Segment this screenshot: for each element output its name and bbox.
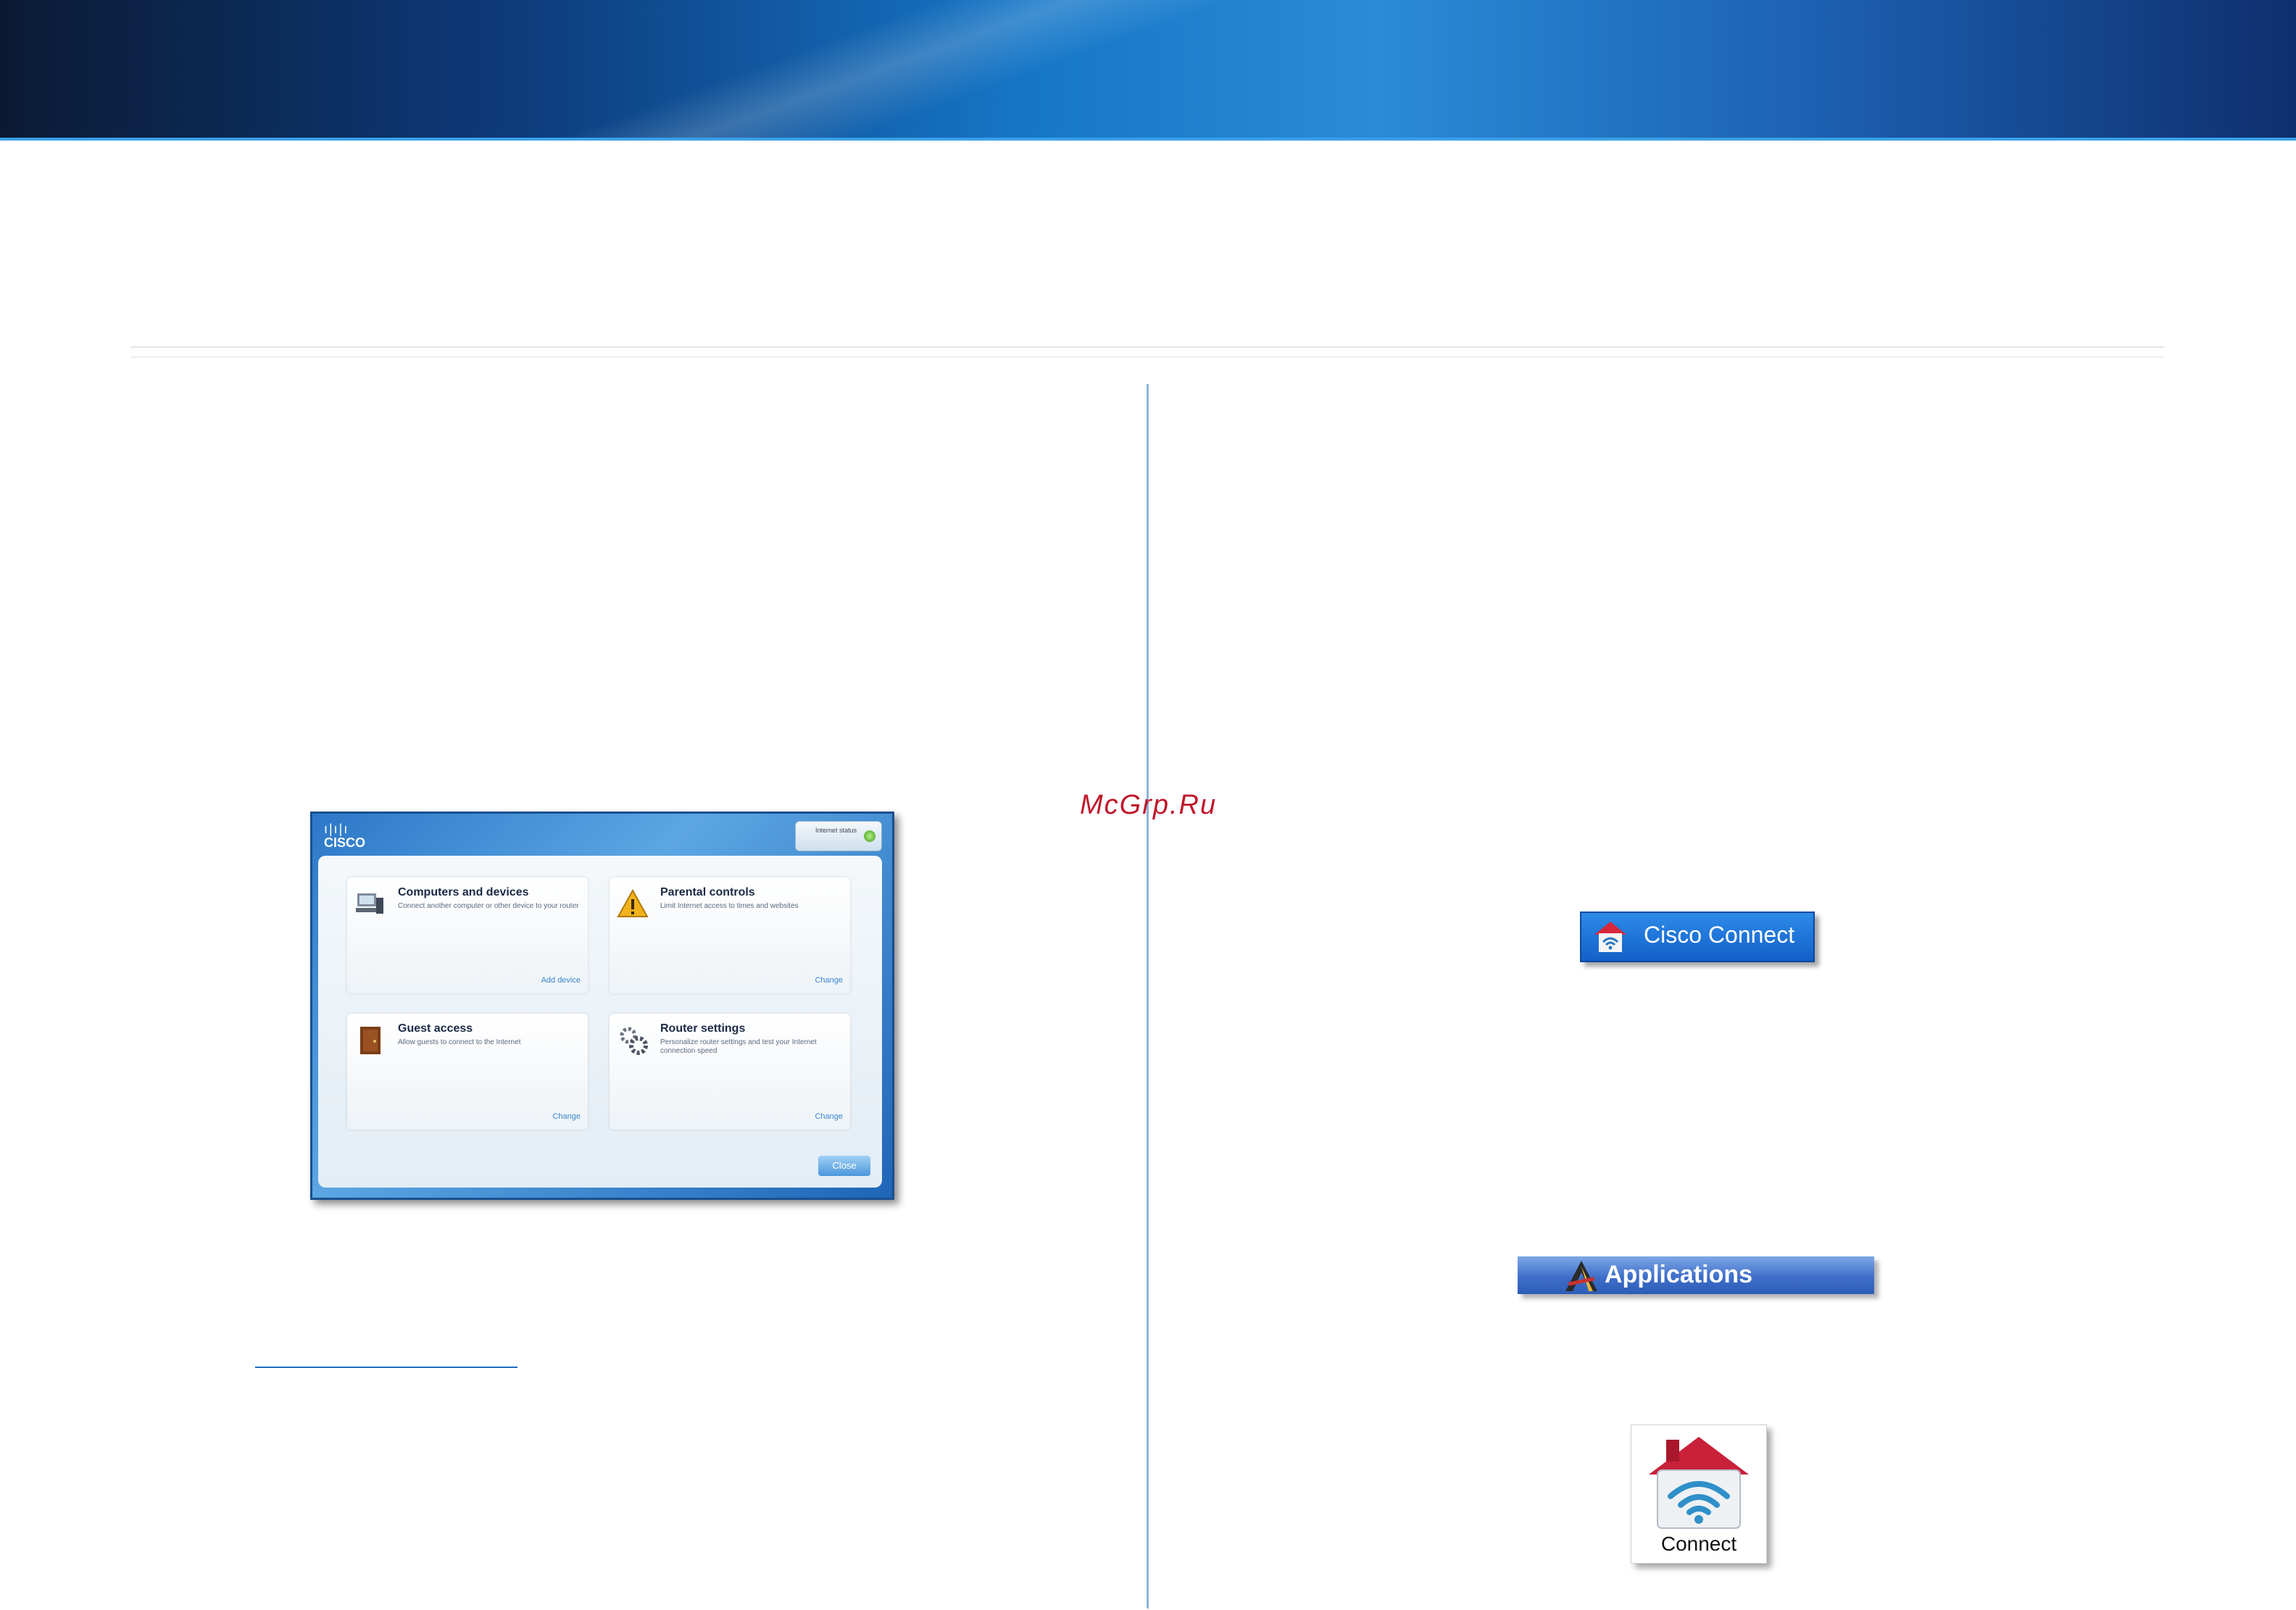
tile-description: Connect another computer or other device…	[398, 902, 579, 910]
watermark: McGrp.Ru	[1080, 790, 1218, 820]
applications-label: Applications	[1605, 1261, 1753, 1288]
header-banner	[0, 0, 2296, 141]
tile-title: Computers and devices	[398, 886, 529, 898]
connect-house-wifi-icon	[1649, 1437, 1749, 1529]
status-ok-icon	[864, 830, 875, 842]
change-link[interactable]: Change	[815, 1112, 843, 1121]
tile-parental-controls: Parental controls Limit Internet access …	[610, 877, 850, 993]
status-text: Internet status	[815, 827, 857, 834]
applications-folder-bar[interactable]: Applications	[1518, 1256, 1874, 1294]
cisco-connect-dashboard: ı|ı|ı CISCO Internet status Computers an…	[310, 812, 894, 1200]
tile-description: Limit Internet access to times and websi…	[660, 902, 799, 910]
tile-title: Guest access	[398, 1022, 473, 1035]
cisco-connect-button[interactable]: Cisco Connect	[1580, 912, 1815, 962]
tile-description: Personalize router settings and test you…	[660, 1038, 817, 1055]
section-divider	[130, 346, 2164, 348]
dashboard-body: Computers and devices Connect another co…	[318, 856, 882, 1188]
close-button[interactable]: Close	[818, 1156, 870, 1176]
guest-door-icon	[360, 1027, 380, 1054]
tile-title: Parental controls	[660, 886, 755, 898]
section-divider-secondary	[130, 356, 2164, 358]
applications-icon	[1565, 1261, 1597, 1291]
cisco-connect-label: Cisco Connect	[1644, 922, 1795, 948]
tile-router-settings: Router settings Personalize router setti…	[610, 1014, 850, 1130]
tile-description: Allow guests to connect to the Internet	[398, 1038, 521, 1046]
cisco-logo-bars-icon: ı|ı|ı	[324, 822, 349, 836]
house-wifi-icon	[1594, 922, 1626, 952]
tile-guest-access: Guest access Allow guests to connect to …	[347, 1014, 588, 1130]
column-divider	[1147, 384, 1149, 1609]
add-device-link[interactable]: Add device	[541, 976, 581, 985]
cisco-logo-text: CISCO	[324, 835, 366, 850]
header-banner-edge	[0, 138, 2296, 141]
warning-icon	[617, 888, 649, 917]
cisco-logo: ı|ı|ı CISCO	[324, 822, 365, 851]
change-link[interactable]: Change	[815, 976, 843, 985]
connect-label: Connect	[1660, 1532, 1737, 1555]
link-underline[interactable]	[255, 1367, 517, 1368]
connect-app-icon[interactable]: Connect	[1631, 1425, 1767, 1564]
computer-icon	[356, 893, 383, 914]
change-link[interactable]: Change	[552, 1112, 581, 1121]
tile-title: Router settings	[660, 1022, 746, 1035]
gear-icon	[620, 1027, 648, 1055]
internet-status-indicator: Internet status	[795, 821, 882, 851]
tile-computers-and-devices: Computers and devices Connect another co…	[347, 877, 588, 993]
